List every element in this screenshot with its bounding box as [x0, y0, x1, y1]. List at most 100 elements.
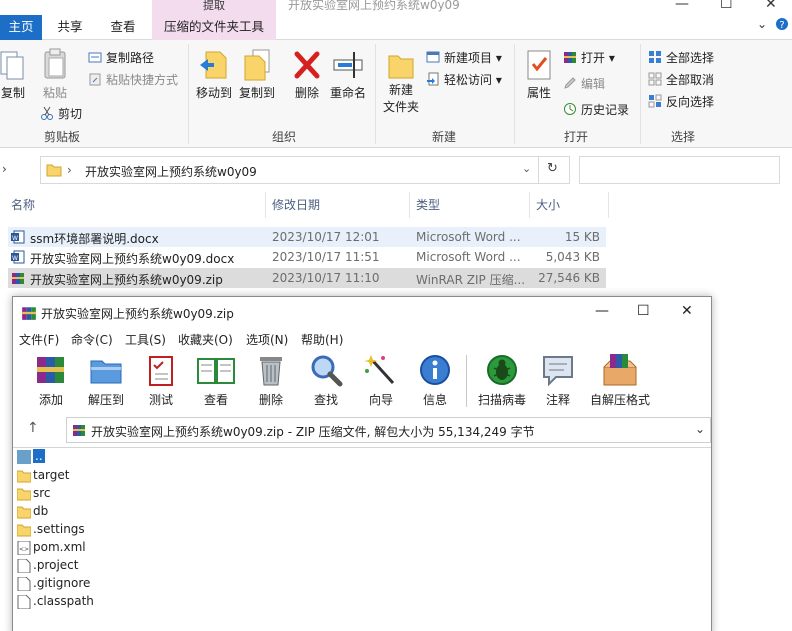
menu-tools[interactable]: 工具(S): [125, 331, 166, 348]
address-dropdown-icon[interactable]: ⌄: [522, 162, 531, 175]
new-folder-button[interactable]: 新建 文件夹: [380, 48, 422, 116]
search-input[interactable]: [579, 156, 780, 184]
ribbon-tabs: 主页 共享 查看 压缩的文件夹工具 ⌄ ?: [0, 15, 792, 40]
winrar-icon: [73, 425, 85, 436]
properties-button[interactable]: 属性: [522, 48, 556, 101]
folder-icon: [17, 506, 31, 519]
easy-access-button[interactable]: 轻松访问 ▾: [426, 71, 502, 88]
tab-compressed-tools[interactable]: 压缩的文件夹工具: [152, 15, 276, 40]
tool-virus-scan[interactable]: 扫描病毒: [474, 353, 530, 408]
edit-button[interactable]: 编辑: [563, 75, 605, 92]
close-button[interactable]: ✕: [765, 0, 777, 12]
window-title: 开放实验室网上预约系统w0y09: [288, 0, 460, 12]
add-archive-icon: [37, 357, 64, 383]
tool-comment[interactable]: 注释: [532, 353, 584, 408]
history-button[interactable]: 历史记录: [563, 101, 629, 118]
column-date[interactable]: 修改日期: [272, 196, 320, 213]
test-clipboard-icon: [149, 356, 173, 386]
tool-info[interactable]: 信息: [409, 353, 461, 408]
expand-ribbon-icon[interactable]: ⌄: [757, 17, 767, 31]
move-to-button[interactable]: 移动到: [194, 48, 234, 101]
select-none-button[interactable]: 全部取消: [648, 71, 714, 88]
copy-to-button[interactable]: 复制到: [237, 48, 277, 101]
xml-file-icon: <>: [17, 541, 31, 555]
menu-options[interactable]: 选项(N): [246, 331, 288, 348]
address-bar[interactable]: › 开放实验室网上预约系统w0y09 ⌄ ↻: [40, 156, 570, 184]
winrar-path-row: ↑ 开放实验室网上预约系统w0y09.zip - ZIP 压缩文件, 解包大小为…: [13, 417, 711, 445]
paste-button[interactable]: 粘贴: [38, 48, 72, 101]
open-button[interactable]: 打开 ▾: [563, 49, 615, 66]
file-icon: [17, 595, 31, 609]
column-size[interactable]: 大小: [536, 196, 560, 213]
tab-share[interactable]: 共享: [48, 15, 92, 40]
tool-add[interactable]: 添加: [25, 353, 77, 408]
select-group-label: 选择: [670, 130, 695, 144]
tool-extract-to[interactable]: 解压到: [80, 353, 132, 408]
breadcrumb[interactable]: 开放实验室网上预约系统w0y09: [85, 163, 257, 180]
tool-find[interactable]: 查找: [300, 353, 352, 408]
tab-view[interactable]: 查看: [101, 15, 145, 40]
minimize-button[interactable]: —: [675, 0, 689, 12]
copy-button[interactable]: 复制: [0, 48, 28, 101]
explorer-title-strip: 提取 开放实验室网上预约系统w0y09 — ☐ ✕: [0, 0, 792, 15]
delete-button[interactable]: 删除: [290, 48, 324, 101]
column-name[interactable]: 名称: [11, 196, 35, 213]
virus-bug-icon: [487, 355, 517, 385]
close-button[interactable]: ✕: [681, 303, 693, 319]
help-icon[interactable]: ?: [775, 17, 789, 34]
context-tab-extract[interactable]: 提取: [152, 0, 276, 15]
folder-icon: [46, 164, 62, 177]
delete-x-icon: [294, 51, 320, 79]
column-divider[interactable]: [265, 192, 266, 218]
new-item-button[interactable]: 新建项目 ▾: [426, 49, 502, 66]
file-row[interactable]: W 开放实验室网上预约系统w0y09.docx 2023/10/17 11:51…: [8, 247, 606, 267]
recent-locations-icon[interactable]: ›: [2, 162, 7, 176]
maximize-button[interactable]: ☐: [637, 303, 650, 319]
svg-text:W: W: [12, 255, 18, 262]
file-row[interactable]: W ssm环境部署说明.docx 2023/10/17 12:01 Micros…: [8, 227, 606, 247]
select-all-button[interactable]: 全部选择: [648, 49, 714, 66]
tool-test[interactable]: 测试: [135, 353, 187, 408]
column-type[interactable]: 类型: [416, 196, 440, 213]
tool-view[interactable]: 查看: [190, 353, 242, 408]
winrar-menu-bar: 文件(F) 命令(C) 工具(S) 收藏夹(O) 选项(N) 帮助(H): [13, 329, 711, 349]
tool-delete[interactable]: 删除: [245, 353, 297, 408]
winrar-window: 开放实验室网上预约系统w0y09.zip — ☐ ✕ 文件(F) 命令(C) 工…: [12, 296, 712, 631]
info-icon: [420, 355, 450, 385]
cut-button[interactable]: 剪切: [40, 105, 82, 122]
breadcrumb-chevron-icon[interactable]: ›: [67, 163, 72, 177]
select-none-icon: [648, 72, 662, 86]
minimize-button[interactable]: —: [595, 303, 609, 319]
rename-button[interactable]: 重命名: [327, 48, 369, 101]
column-divider[interactable]: [529, 192, 530, 218]
open-group-label: 打开: [563, 130, 588, 144]
menu-favorites[interactable]: 收藏夹(O): [178, 331, 233, 348]
menu-file[interactable]: 文件(F): [19, 331, 59, 348]
ribbon-separator: [188, 44, 189, 144]
ribbon-separator: [375, 44, 376, 144]
column-divider[interactable]: [409, 192, 410, 218]
select-all-icon: [649, 51, 661, 63]
divider: [538, 157, 539, 183]
copy-path-button[interactable]: 复制路径: [88, 49, 154, 66]
move-to-icon: [200, 51, 227, 79]
tab-home[interactable]: 主页: [0, 15, 42, 40]
file-row-selected[interactable]: 开放实验室网上预约系统w0y09.zip 2023/10/17 11:10 Wi…: [8, 268, 606, 288]
paste-shortcut-button[interactable]: 粘贴快捷方式: [88, 71, 178, 88]
extract-folder-icon: [90, 360, 122, 384]
tool-sfx[interactable]: 自解压格式: [587, 353, 653, 408]
tool-wizard[interactable]: 向导: [355, 353, 407, 408]
copy-icon: [0, 51, 24, 80]
menu-commands[interactable]: 命令(C): [71, 331, 113, 348]
column-divider[interactable]: [608, 192, 609, 218]
maximize-button[interactable]: ☐: [720, 0, 733, 12]
refresh-icon[interactable]: ↻: [547, 161, 558, 176]
up-arrow-icon[interactable]: ↑: [27, 420, 39, 436]
invert-selection-button[interactable]: 反向选择: [648, 93, 714, 110]
folder-icon: [17, 524, 31, 537]
path-dropdown-icon[interactable]: ⌄: [695, 422, 705, 436]
winrar-title-bar[interactable]: 开放实验室网上预约系统w0y09.zip — ☐ ✕: [13, 297, 711, 328]
menu-help[interactable]: 帮助(H): [301, 331, 343, 348]
view-book-icon: [197, 358, 235, 384]
archive-path-box[interactable]: 开放实验室网上预约系统w0y09.zip - ZIP 压缩文件, 解包大小为 5…: [66, 417, 711, 443]
